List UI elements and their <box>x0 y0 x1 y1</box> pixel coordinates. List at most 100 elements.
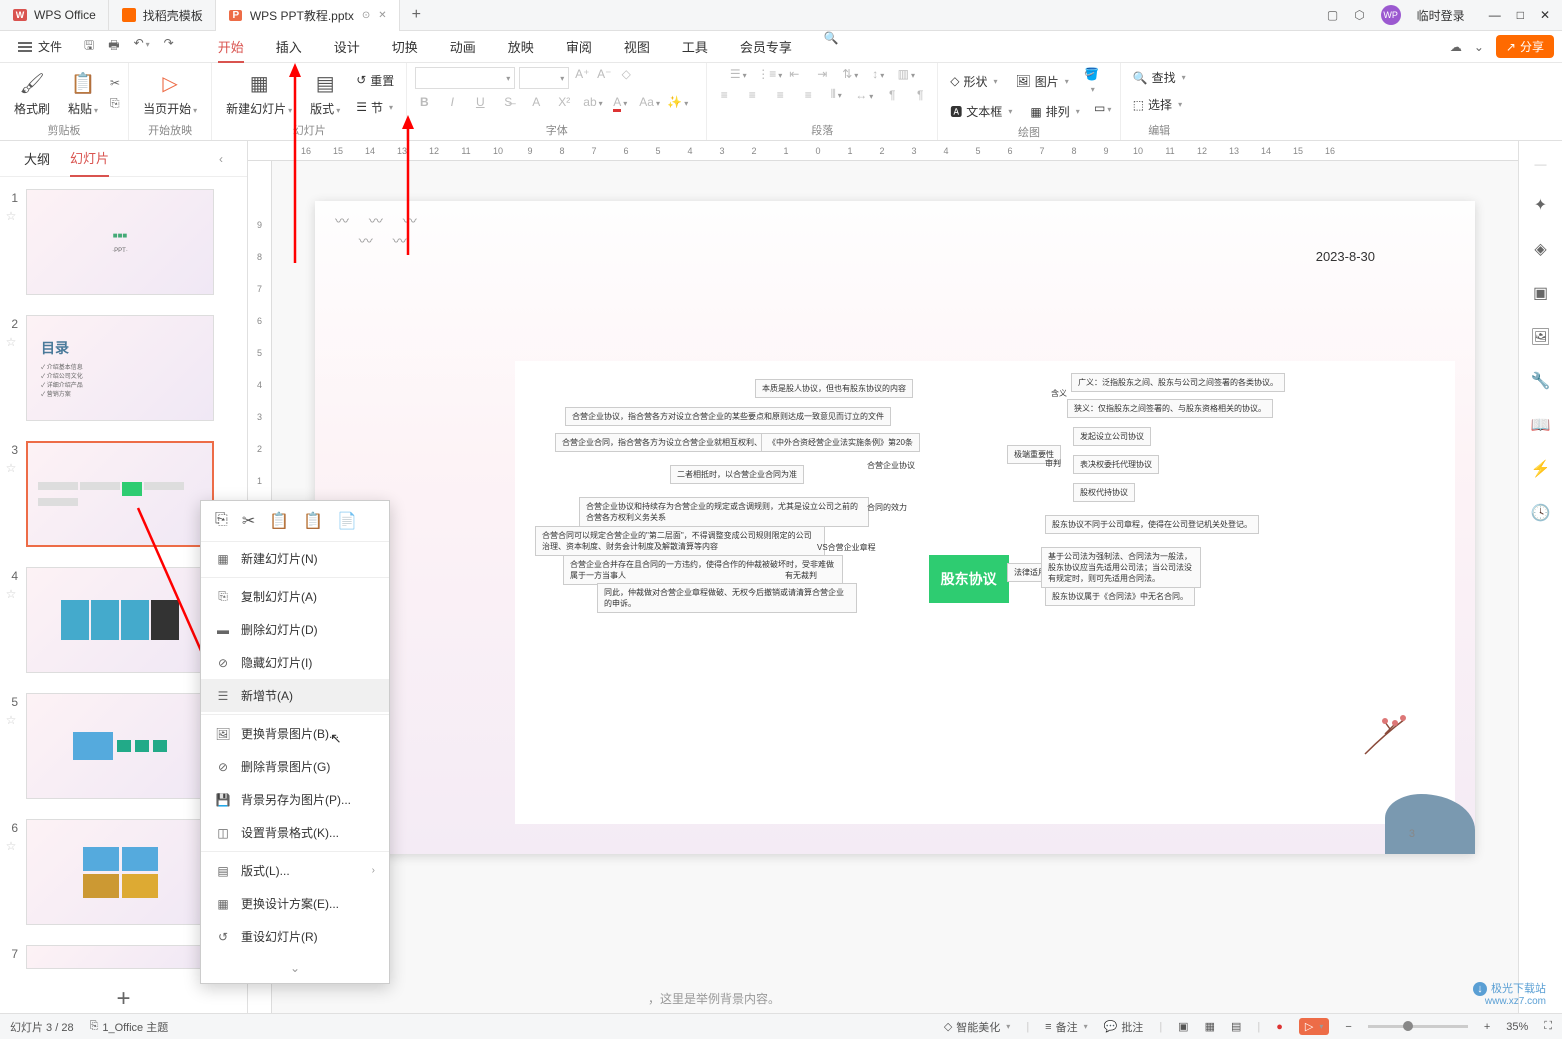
tab-transition[interactable]: 切换 <box>376 31 434 63</box>
play-from-current-button[interactable]: ▷当页开始▾ <box>137 69 203 119</box>
font-size-select[interactable]: ▾ <box>519 67 569 89</box>
share-button[interactable]: ↗ 分享 <box>1496 35 1554 58</box>
paste-button[interactable]: 📋粘贴▾ <box>62 69 104 119</box>
reset-button[interactable]: ↺重置 <box>352 70 398 91</box>
strike-icon[interactable]: S̶ <box>499 95 517 109</box>
collapse-ribbon-icon[interactable]: ⌄ <box>1474 40 1484 54</box>
history-icon[interactable]: 🕓 <box>1531 503 1551 523</box>
tab-slideshow[interactable]: 放映 <box>492 31 550 63</box>
ltr-icon[interactable]: ¶ <box>911 88 929 102</box>
slide-thumbnail[interactable]: 2☆ 目录✓ 介绍基本信息✓ 介绍公司文化✓ 详细介绍产品✓ 营销方案 <box>0 311 247 437</box>
undo-icon[interactable]: ↶▾ <box>134 36 150 57</box>
fit-icon[interactable]: ⛶ <box>1544 1020 1552 1033</box>
zoom-slider[interactable] <box>1368 1025 1468 1028</box>
change-case-icon[interactable]: Aa▾ <box>639 95 657 109</box>
star-icon[interactable]: ☆ <box>6 713 17 727</box>
format-brush-button[interactable]: 🖌格式刷 <box>8 69 56 119</box>
increase-indent-icon[interactable]: ⇥ <box>813 67 831 81</box>
tab-animation[interactable]: 动画 <box>434 31 492 63</box>
layout-button[interactable]: ▤版式▾ <box>304 69 346 119</box>
picture-button[interactable]: 🖼图片▾ <box>1012 67 1073 95</box>
section-button[interactable]: ☰节▾ <box>352 97 398 118</box>
align-right-icon[interactable]: ≡ <box>771 88 789 102</box>
notes-placeholder[interactable]: ，这里是举例背景内容。 <box>648 990 780 1007</box>
ctx-change-bg[interactable]: 🖼更换背景图片(B)... <box>201 717 389 750</box>
bullets-icon[interactable]: ☰▾ <box>729 67 747 81</box>
ctx-save-bg[interactable]: 💾背景另存为图片(P)... <box>201 783 389 816</box>
clear-format-icon[interactable]: ◇ <box>617 67 635 89</box>
align-center-icon[interactable]: ≡ <box>743 88 761 102</box>
ctx-change-design[interactable]: ▦更换设计方案(E)... <box>201 887 389 920</box>
zoom-out-icon[interactable]: − <box>1345 1021 1351 1033</box>
canvas-viewport[interactable]: 〰 〰 〰 〰 〰 2023-8-30 股东协议 本质是股人协议，但也有股东协议… <box>272 161 1518 1013</box>
user-avatar[interactable]: WP <box>1381 5 1401 25</box>
ctx-paste-text-icon[interactable]: 📄 <box>337 511 357 531</box>
shadow-icon[interactable]: A <box>527 95 545 109</box>
tab-member[interactable]: 会员专享 <box>724 31 808 63</box>
ctx-paste-special-icon[interactable]: 📋 <box>303 511 323 531</box>
fill-icon[interactable]: 🪣▾ <box>1083 67 1101 95</box>
record-icon[interactable]: ● <box>1276 1021 1283 1033</box>
ctx-copy-slide[interactable]: ⎘复制幻灯片(A) <box>201 580 389 613</box>
ctx-hide-slide[interactable]: ⊘隐藏幻灯片(I) <box>201 646 389 679</box>
transition-effects-icon[interactable]: ◈ <box>1534 239 1546 259</box>
text-effects-icon[interactable]: ✨▾ <box>667 95 685 109</box>
ctx-copy-icon[interactable]: ⎘ <box>215 511 228 531</box>
search-icon[interactable]: 🔍 <box>824 31 839 63</box>
decrease-font-icon[interactable]: A⁻ <box>595 67 613 89</box>
zoom-in-icon[interactable]: + <box>1484 1021 1490 1033</box>
tab-wps-home[interactable]: W WPS Office <box>0 0 109 31</box>
tab-start[interactable]: 开始 <box>202 31 260 63</box>
star-icon[interactable]: ☆ <box>6 587 17 601</box>
file-menu[interactable]: 文件 <box>8 38 72 55</box>
find-button[interactable]: 🔍查找▾ <box>1129 67 1190 88</box>
text-direction-icon[interactable]: ↕▾ <box>869 67 887 81</box>
align-left-icon[interactable]: ≡ <box>715 88 733 102</box>
align-text-icon[interactable]: ↔▾ <box>855 88 873 102</box>
bold-icon[interactable]: B <box>415 95 433 109</box>
star-icon[interactable]: ☆ <box>6 461 17 475</box>
theme-indicator[interactable]: ⎘ 1_Office 主题 <box>90 1019 169 1035</box>
panel-tab-slides[interactable]: 幻灯片 <box>70 140 109 177</box>
handle-icon[interactable]: — <box>1535 157 1547 171</box>
font-family-select[interactable]: ▾ <box>415 67 515 89</box>
maximize-icon[interactable]: □ <box>1517 8 1524 22</box>
notes-button[interactable]: ≡ 备注 ▾ <box>1045 1019 1087 1035</box>
ctx-bg-format[interactable]: ◫设置背景格式(K)... <box>201 816 389 849</box>
new-slide-button[interactable]: ▦新建幻灯片▾ <box>220 69 298 119</box>
view-reading-icon[interactable]: ▤ <box>1231 1020 1241 1033</box>
highlight-icon[interactable]: ab▾ <box>583 95 601 109</box>
design-icon[interactable]: ✦ <box>1534 195 1547 215</box>
comments-button[interactable]: 💬 批注 <box>1104 1019 1144 1035</box>
rtl-icon[interactable]: ¶ <box>883 88 901 102</box>
login-status[interactable]: 临时登录 <box>1417 7 1465 24</box>
reading-icon[interactable]: 📖 <box>1531 415 1551 435</box>
superscript-icon[interactable]: X² <box>555 95 573 109</box>
ctx-more[interactable]: ⌄ <box>201 953 389 983</box>
italic-icon[interactable]: I <box>443 95 461 109</box>
star-icon[interactable]: ☆ <box>6 839 17 853</box>
close-icon[interactable]: ✕ <box>1540 8 1550 22</box>
tab-close-icon[interactable]: ✕ <box>378 10 386 21</box>
save-icon[interactable]: 🖫 <box>84 36 94 57</box>
gallery-icon[interactable]: 🖼 <box>1530 327 1550 347</box>
animation-pane-icon[interactable]: ⚡ <box>1531 459 1551 479</box>
ctx-new-slide[interactable]: ▦新建幻灯片(N) <box>201 542 389 575</box>
justify-icon[interactable]: ≡ <box>799 88 817 102</box>
redo-icon[interactable]: ↷ <box>164 36 174 57</box>
view-sorter-icon[interactable]: ▦ <box>1205 1020 1215 1033</box>
outline-icon[interactable]: ▭▾ <box>1094 101 1112 122</box>
distribute-icon[interactable]: ⫴▾ <box>827 87 845 102</box>
ctx-layout[interactable]: ▤版式(L)...› <box>201 854 389 887</box>
font-color-icon[interactable]: A▾ <box>611 95 629 109</box>
slide-thumbnail[interactable]: 1☆ ■■■·PPT· <box>0 185 247 311</box>
ctx-add-section[interactable]: ☰新增节(A) <box>201 679 389 712</box>
underline-icon[interactable]: U <box>471 95 489 109</box>
zoom-level[interactable]: 35% <box>1506 1021 1528 1033</box>
cube-icon[interactable]: ⬡ <box>1354 8 1364 22</box>
textbox-button[interactable]: 🅰文本框▾ <box>946 101 1016 122</box>
decrease-indent-icon[interactable]: ⇤ <box>785 67 803 81</box>
shapes-button[interactable]: ◇形状▾ <box>946 67 1001 95</box>
tab-view[interactable]: 视图 <box>608 31 666 63</box>
view-normal-icon[interactable]: ▣ <box>1178 1020 1188 1033</box>
